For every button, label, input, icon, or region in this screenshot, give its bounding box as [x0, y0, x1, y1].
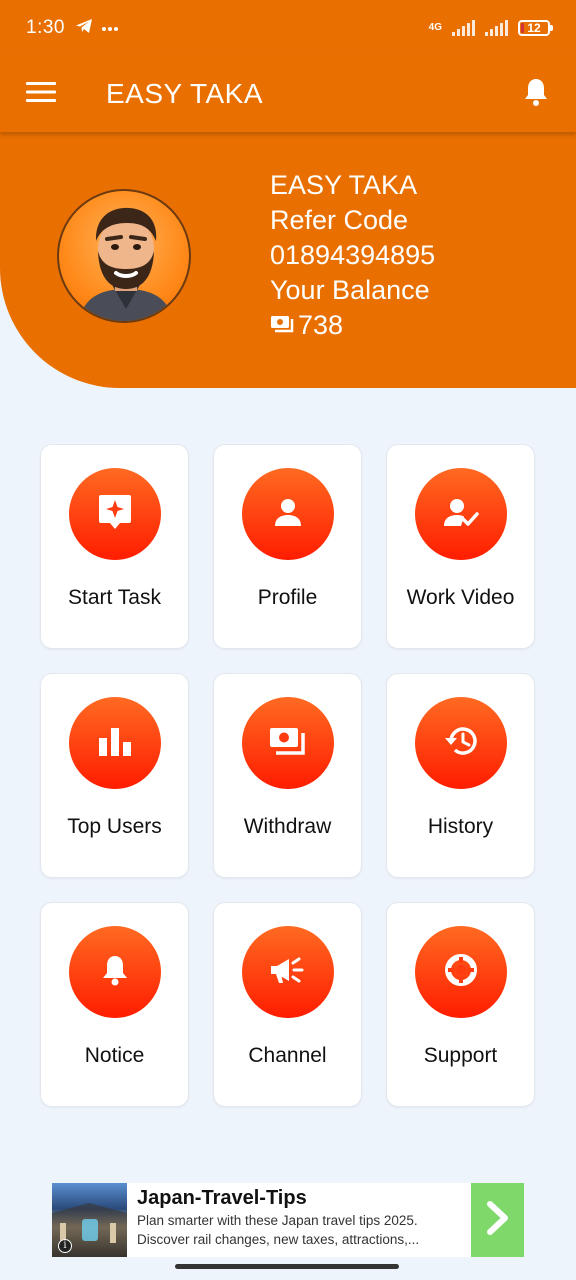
notice-tile[interactable]: Notice [40, 902, 189, 1107]
profile-header: EASY TAKA Refer Code 01894394895 Your Ba… [0, 132, 576, 388]
menu-grid: Start Task Profile Work Video Top Users [40, 444, 536, 1107]
balance-row: 738 [270, 308, 435, 343]
hamburger-menu-icon [26, 81, 56, 108]
withdraw-label: Withdraw [243, 815, 332, 838]
top-users-tile[interactable]: Top Users [40, 673, 189, 878]
chevron-right-icon [485, 1200, 511, 1240]
support-label: Support [423, 1044, 498, 1067]
status-bar: 1:30 4G 12 [0, 0, 576, 56]
cash-icon [270, 308, 296, 343]
hamburger-menu-button[interactable] [13, 66, 69, 122]
cash-icon [269, 726, 307, 761]
person-icon [273, 497, 303, 532]
avatar [57, 189, 191, 323]
history-label: History [427, 815, 494, 838]
start-task-tile[interactable]: Start Task [40, 444, 189, 649]
withdraw-tile[interactable]: Withdraw [213, 673, 362, 878]
ad-description: Plan smarter with these Japan travel tip… [137, 1213, 420, 1247]
history-tile[interactable]: History [386, 673, 535, 878]
work-video-tile[interactable]: Work Video [386, 444, 535, 649]
header-info: EASY TAKA Refer Code 01894394895 Your Ba… [270, 168, 435, 343]
app-bar: EASY TAKA [0, 56, 576, 132]
user-name: EASY TAKA [270, 170, 418, 200]
balance-label: Your Balance [270, 275, 430, 305]
profile-label: Profile [257, 586, 318, 609]
network-type-label: 4G [428, 22, 442, 33]
battery-percent: 12 [527, 21, 541, 35]
notice-label: Notice [84, 1044, 145, 1067]
battery-level [521, 23, 525, 33]
ad-open-button[interactable] [471, 1183, 524, 1257]
task-sparkle-icon [97, 493, 133, 536]
top-users-label: Top Users [67, 815, 162, 838]
ad-banner[interactable]: i Japan-Travel-Tips Plan smarter with th… [52, 1183, 524, 1257]
ad-info-icon[interactable]: i [58, 1239, 72, 1253]
support-tile[interactable]: Support [386, 902, 535, 1107]
ad-title: Japan-Travel-Tips [137, 1187, 307, 1209]
bell-icon [101, 954, 129, 991]
balance-value: 738 [298, 310, 344, 340]
avatar-illustration [79, 207, 173, 321]
start-task-label: Start Task [68, 586, 161, 609]
signal-icon-2 [485, 20, 508, 36]
status-time: 1:30 [26, 17, 65, 38]
history-icon [443, 724, 479, 763]
telegram-icon [75, 18, 93, 39]
notifications-button[interactable] [508, 66, 564, 122]
battery-icon: 12 [518, 20, 553, 36]
signal-icon [452, 20, 475, 36]
work-video-label: Work Video [406, 586, 515, 609]
bell-icon [523, 77, 549, 112]
channel-label: Channel [248, 1044, 327, 1067]
profile-tile[interactable]: Profile [213, 444, 362, 649]
refer-code-value: 01894394895 [270, 240, 436, 270]
channel-tile[interactable]: Channel [213, 902, 362, 1107]
refer-code-label: Refer Code [270, 205, 409, 235]
home-indicator[interactable] [175, 1264, 399, 1269]
bar-chart-icon [98, 726, 132, 761]
ad-thumbnail: i [52, 1183, 127, 1257]
person-check-icon [443, 497, 479, 532]
lifebuoy-icon [444, 953, 478, 992]
megaphone-icon [269, 955, 307, 990]
app-title: EASY TAKA [106, 78, 264, 109]
more-dots-icon [101, 19, 119, 37]
